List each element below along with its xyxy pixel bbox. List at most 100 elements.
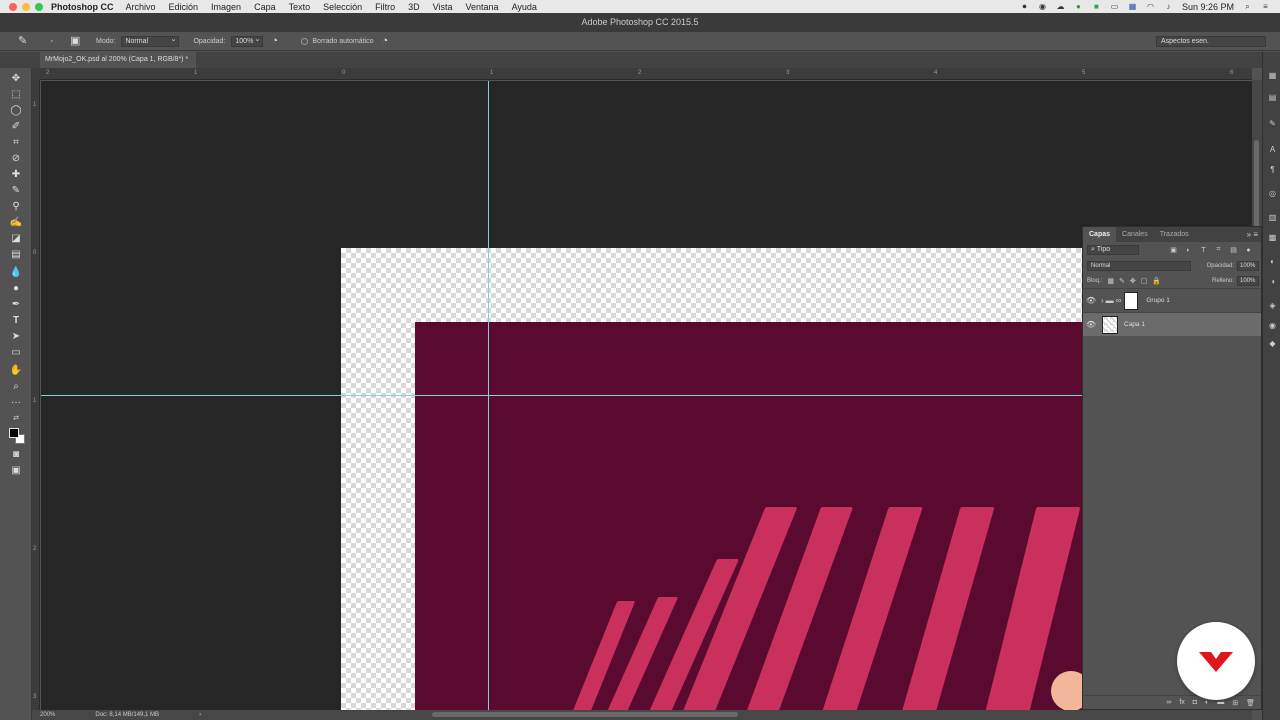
- wifi-icon[interactable]: ◠: [1146, 2, 1155, 11]
- layer-name[interactable]: Capa 1: [1124, 321, 1145, 328]
- marquee-tool-icon[interactable]: ⬚: [9, 88, 23, 102]
- adjustment-layer-icon[interactable]: ◐: [1205, 699, 1209, 706]
- foreground-color-swatch[interactable]: [9, 428, 19, 438]
- add-mask-icon[interactable]: ◘: [1193, 699, 1197, 706]
- eraser-tool-preset-icon[interactable]: ✎: [18, 35, 30, 47]
- flag-icon[interactable]: ▦: [1128, 2, 1137, 11]
- lasso-tool-icon[interactable]: ◯: [9, 104, 23, 118]
- fx-icon[interactable]: fx: [1179, 699, 1184, 706]
- brush-panel-icon[interactable]: ▣: [70, 35, 82, 47]
- layers-panel-icon[interactable]: ◈: [1267, 300, 1278, 311]
- opacity-select[interactable]: 100%: [231, 35, 264, 47]
- crop-tool-icon[interactable]: ⌗: [9, 136, 23, 150]
- tab-canales[interactable]: Canales: [1116, 227, 1154, 242]
- paths-panel-icon[interactable]: ◆: [1267, 338, 1278, 349]
- dodge-tool-icon[interactable]: ●: [9, 282, 23, 296]
- filter-shape-icon[interactable]: ⌗: [1214, 246, 1223, 254]
- libraries-panel-icon[interactable]: ◎: [1267, 188, 1278, 199]
- hand-tool-icon[interactable]: ✋: [9, 364, 23, 378]
- eyedropper-tool-icon[interactable]: ⊘: [9, 152, 23, 166]
- horizontal-ruler[interactable]: 2 1 0 1 2 3 4 5 6: [40, 68, 1252, 80]
- layer-row-capa-1[interactable]: 👁 Capa 1: [1083, 312, 1261, 336]
- filter-toggle-icon[interactable]: ●: [1244, 247, 1253, 254]
- filter-smart-object-icon[interactable]: ▤: [1229, 246, 1238, 254]
- record-icon[interactable]: ⏺: [1020, 2, 1029, 11]
- document-canvas[interactable]: [41, 81, 1252, 710]
- styles-panel-icon[interactable]: ▩: [1267, 232, 1278, 243]
- type-tool-icon[interactable]: T: [9, 314, 23, 328]
- menu-seleccion[interactable]: Selección: [323, 2, 362, 12]
- layer-thumbnail[interactable]: [1102, 315, 1118, 334]
- app-icon-green[interactable]: ■: [1092, 2, 1101, 11]
- minimize-window-button[interactable]: [22, 2, 30, 11]
- workspace-select[interactable]: Aspectos esen.: [1156, 35, 1266, 47]
- fill-value[interactable]: 100%: [1237, 275, 1259, 286]
- ruler-corner[interactable]: [32, 68, 40, 80]
- zoom-tool-icon[interactable]: ⌕: [9, 380, 23, 394]
- zoom-level[interactable]: 200%: [40, 712, 55, 718]
- properties-panel-icon[interactable]: ▤: [1267, 92, 1278, 103]
- filter-pixel-icon[interactable]: ▣: [1169, 246, 1178, 254]
- visibility-eye-icon[interactable]: 👁: [1083, 320, 1099, 329]
- app-menu[interactable]: Photoshop CC: [51, 2, 114, 12]
- menu-filtro[interactable]: Filtro: [375, 2, 395, 12]
- horizontal-guide[interactable]: [41, 395, 1252, 396]
- menu-edicion[interactable]: Edición: [169, 2, 199, 12]
- pressure-size-icon[interactable]: ◔: [381, 35, 393, 47]
- search-icon[interactable]: ⌕: [1243, 2, 1252, 11]
- lock-pixels-icon[interactable]: ✎: [1119, 277, 1125, 285]
- screen-mode-icon[interactable]: ▣: [9, 464, 23, 478]
- cloud-icon[interactable]: ☁: [1056, 2, 1065, 11]
- menu-texto[interactable]: Texto: [289, 2, 311, 12]
- adjustments-panel-icon[interactable]: ◐: [1267, 256, 1278, 267]
- gradient-tool-icon[interactable]: ▤: [9, 248, 23, 262]
- visibility-eye-icon[interactable]: 👁: [1083, 296, 1099, 305]
- expand-arrow-icon[interactable]: ›: [1101, 296, 1104, 305]
- menu-ventana[interactable]: Ventana: [466, 2, 499, 12]
- tab-capas[interactable]: Capas: [1083, 227, 1117, 242]
- menu-archivo[interactable]: Archivo: [126, 2, 156, 12]
- channels-panel-icon[interactable]: ◉: [1267, 320, 1278, 331]
- swatches-panel-icon[interactable]: ▥: [1267, 212, 1278, 223]
- paragraph-panel-icon[interactable]: ¶: [1267, 164, 1278, 175]
- history-brush-tool-icon[interactable]: ✍: [9, 216, 23, 230]
- lock-position-icon[interactable]: ✥: [1130, 277, 1136, 285]
- new-group-icon[interactable]: ▬: [1217, 699, 1224, 706]
- zoom-window-button[interactable]: [35, 2, 43, 11]
- filter-adjustment-icon[interactable]: ◐: [1184, 247, 1193, 254]
- app-status-icon[interactable]: ◉: [1038, 2, 1047, 11]
- list-icon[interactable]: ≡: [1261, 2, 1270, 11]
- document-tab[interactable]: MrMojo2_OK.psd al 200% (Capa 1, RGB/8*) …: [40, 52, 197, 68]
- blur-tool-icon[interactable]: 💧: [9, 266, 23, 280]
- blend-mode-select[interactable]: Normal: [1087, 260, 1191, 271]
- layer-name[interactable]: Grupo 1: [1146, 297, 1170, 304]
- monitor-icon[interactable]: ▭: [1110, 2, 1119, 11]
- lock-artboard-icon[interactable]: ▢: [1141, 277, 1148, 285]
- eraser-tool-icon[interactable]: ◪: [9, 232, 23, 246]
- filter-type-icon[interactable]: T: [1199, 247, 1208, 254]
- color-panel-icon[interactable]: ◑: [1267, 276, 1278, 287]
- healing-brush-tool-icon[interactable]: ✚: [9, 168, 23, 182]
- pen-tool-icon[interactable]: ✒: [9, 298, 23, 312]
- status-arrow-icon[interactable]: ›: [199, 712, 201, 718]
- tab-trazados[interactable]: Trazados: [1154, 227, 1195, 242]
- panel-menu-icon[interactable]: » ≡: [1247, 227, 1258, 242]
- lock-all-icon[interactable]: 🔒: [1152, 277, 1161, 285]
- mode-select[interactable]: Normal: [121, 35, 180, 47]
- lock-transparent-icon[interactable]: ▦: [1107, 277, 1114, 285]
- pressure-opacity-icon[interactable]: ◔: [271, 35, 283, 47]
- close-window-button[interactable]: [9, 2, 17, 11]
- horizontal-scroll-thumb[interactable]: [432, 712, 738, 717]
- menu-clock[interactable]: Sun 9:26 PM: [1182, 2, 1234, 12]
- brush-panel-icon[interactable]: ✎: [1267, 118, 1278, 129]
- quick-select-tool-icon[interactable]: ✐: [9, 120, 23, 134]
- character-panel-icon[interactable]: A: [1267, 144, 1278, 155]
- menu-3d[interactable]: 3D: [408, 2, 420, 12]
- move-tool-icon[interactable]: ✥: [9, 72, 23, 86]
- menu-ayuda[interactable]: Ayuda: [512, 2, 537, 12]
- clone-stamp-tool-icon[interactable]: ⚲: [9, 200, 23, 214]
- rectangle-tool-icon[interactable]: ▭: [9, 346, 23, 360]
- menu-vista[interactable]: Vista: [433, 2, 453, 12]
- brush-size-icon[interactable]: ·: [50, 35, 62, 47]
- path-select-tool-icon[interactable]: ➤: [9, 330, 23, 344]
